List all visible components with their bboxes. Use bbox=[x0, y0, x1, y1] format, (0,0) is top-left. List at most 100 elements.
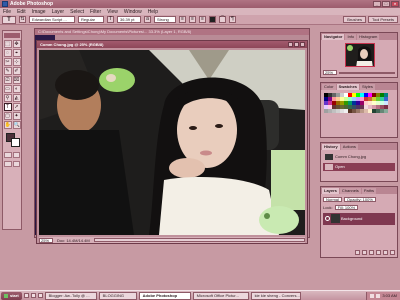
document-maximize-button[interactable] bbox=[294, 42, 299, 47]
task-conversation[interactable]: kie kie sheng - Convers... bbox=[250, 291, 301, 300]
swatch[interactable] bbox=[384, 109, 388, 113]
font-style-select[interactable]: Regular bbox=[78, 16, 104, 23]
opacity-field[interactable]: Opacity: 100% bbox=[343, 196, 376, 202]
crop-tool-icon[interactable]: ✂ bbox=[3, 58, 12, 66]
warp-text-icon[interactable]: ⌒ bbox=[219, 16, 226, 23]
maximize-button[interactable]: □ bbox=[382, 1, 390, 7]
character-palette-icon[interactable]: ¶ bbox=[229, 16, 236, 23]
font-size-select[interactable]: 36.39 pt bbox=[117, 16, 141, 23]
tool-preset-picker[interactable]: T bbox=[2, 15, 16, 24]
menu-file[interactable]: File bbox=[3, 9, 11, 15]
slice-tool-icon[interactable]: ⊹ bbox=[12, 58, 21, 66]
document-canvas[interactable] bbox=[39, 50, 305, 235]
standard-mode-icon[interactable] bbox=[4, 152, 12, 158]
blend-mode-select[interactable]: Normal bbox=[323, 196, 342, 202]
task-office-picture[interactable]: Microsoft Office Pictur... bbox=[192, 291, 249, 300]
history-state[interactable]: Open bbox=[323, 163, 395, 171]
navigator-zoom-slider[interactable] bbox=[339, 71, 395, 74]
tab-channels[interactable]: Channels bbox=[339, 188, 361, 194]
tab-navigator[interactable]: Navigator bbox=[322, 34, 345, 40]
align-center-icon[interactable]: ≡ bbox=[189, 16, 196, 23]
menu-layer[interactable]: Layer bbox=[52, 9, 65, 15]
type-tool-icon[interactable]: T bbox=[3, 103, 12, 111]
clone-stamp-tool-icon[interactable]: ⎚ bbox=[3, 76, 12, 84]
history-snapshot[interactable]: Comm Chong.jpg bbox=[323, 153, 395, 161]
system-tray: 3:03 AM bbox=[366, 291, 400, 300]
start-button[interactable]: start bbox=[1, 291, 22, 300]
fill-field[interactable]: Fill: 100% bbox=[334, 204, 359, 210]
notes-tool-icon[interactable]: ✦ bbox=[12, 112, 21, 120]
menu-view[interactable]: View bbox=[107, 9, 118, 15]
font-family-select[interactable]: Edwardian Script ... bbox=[29, 16, 75, 23]
minimize-button[interactable]: _ bbox=[373, 1, 381, 7]
move-tool-icon[interactable]: ✥ bbox=[12, 40, 21, 48]
toolbox-grip[interactable] bbox=[4, 33, 20, 38]
menu-edit[interactable]: Edit bbox=[17, 9, 26, 15]
navigator-thumbnail[interactable] bbox=[345, 43, 375, 67]
tool-presets-tab[interactable]: Tool Presets bbox=[367, 16, 398, 23]
healing-brush-tool-icon[interactable]: ✎ bbox=[3, 67, 12, 75]
tab-styles[interactable]: Styles bbox=[360, 84, 375, 90]
navigator-zoom-field[interactable]: 25% bbox=[323, 70, 337, 75]
text-color-swatch[interactable] bbox=[209, 16, 216, 23]
background-color-swatch[interactable] bbox=[11, 138, 20, 147]
zoom-tool-icon[interactable]: 🔍 bbox=[12, 121, 21, 129]
document-window[interactable]: Comm Chong.jpg @ 25% (RGB/8) 25% Doc: 14… bbox=[36, 40, 308, 244]
quick-launch-browser-icon[interactable] bbox=[23, 293, 29, 298]
shape-tool-icon[interactable]: ▢ bbox=[3, 112, 12, 120]
tab-actions[interactable]: Actions bbox=[340, 144, 358, 150]
gradient-tool-icon[interactable]: ◐ bbox=[12, 85, 21, 93]
tab-layers[interactable]: Layers bbox=[322, 188, 339, 194]
blur-tool-icon[interactable]: ⚲ bbox=[3, 94, 12, 102]
volume-icon[interactable] bbox=[370, 293, 375, 298]
network-icon[interactable] bbox=[376, 293, 381, 298]
menu-select[interactable]: Select bbox=[70, 9, 84, 15]
visibility-eye-icon[interactable] bbox=[325, 216, 330, 221]
task-blogger[interactable]: Blogger: Aw..Tolly @ ... bbox=[44, 291, 97, 300]
anti-alias-select[interactable]: Strong bbox=[154, 16, 176, 23]
menu-window[interactable]: Window bbox=[124, 9, 142, 15]
tab-histogram[interactable]: Histogram bbox=[357, 34, 380, 40]
hand-tool-icon[interactable]: ✋ bbox=[3, 121, 12, 129]
layer-style-icon[interactable] bbox=[362, 250, 367, 255]
align-left-icon[interactable]: ≡ bbox=[179, 16, 186, 23]
close-button[interactable]: × bbox=[391, 1, 399, 7]
path-selection-tool-icon[interactable]: ➚ bbox=[12, 103, 21, 111]
tab-swatches[interactable]: Swatches bbox=[336, 84, 360, 90]
tab-color[interactable]: Color bbox=[322, 84, 336, 90]
task-blogging[interactable]: BLOGGING bbox=[98, 291, 137, 300]
menu-filter[interactable]: Filter bbox=[90, 9, 101, 15]
tab-info[interactable]: Info bbox=[345, 34, 357, 40]
layer-mask-icon[interactable] bbox=[369, 250, 374, 255]
dodge-tool-icon[interactable]: ◭ bbox=[12, 94, 21, 102]
quick-launch-desktop-icon[interactable] bbox=[30, 293, 36, 298]
brush-tool-icon[interactable]: ✐ bbox=[12, 67, 21, 75]
magic-wand-tool-icon[interactable]: ⌖ bbox=[12, 49, 21, 57]
full-screen-icon[interactable] bbox=[12, 161, 20, 167]
horizontal-scrollbar[interactable] bbox=[93, 238, 305, 242]
tab-paths[interactable]: Paths bbox=[361, 188, 377, 194]
standard-screen-icon[interactable] bbox=[4, 161, 12, 167]
eraser-tool-icon[interactable]: ▭ bbox=[3, 85, 12, 93]
brushes-tab[interactable]: Brushes bbox=[343, 16, 366, 23]
new-fill-layer-icon[interactable] bbox=[376, 250, 381, 255]
document-zoom-field[interactable]: 25% bbox=[39, 237, 53, 243]
document-close-button[interactable] bbox=[300, 42, 305, 47]
link-layers-icon[interactable] bbox=[355, 250, 360, 255]
delete-layer-icon[interactable] bbox=[390, 250, 395, 255]
text-orientation-icon[interactable]: ⇅ bbox=[19, 16, 26, 23]
quick-launch-media-icon[interactable] bbox=[37, 293, 43, 298]
layer-row[interactable]: Background bbox=[323, 213, 395, 225]
marquee-tool-icon[interactable]: ⬚ bbox=[3, 40, 12, 48]
document-info[interactable]: Doc: 14.4M/14.4M bbox=[57, 238, 90, 243]
quick-mask-mode-icon[interactable] bbox=[12, 152, 20, 158]
task-photoshop[interactable]: Adobe Photoshop bbox=[138, 291, 191, 300]
tab-history[interactable]: History bbox=[322, 144, 340, 150]
history-brush-tool-icon[interactable]: ⌧ bbox=[12, 76, 21, 84]
lasso-tool-icon[interactable]: ◌ bbox=[3, 49, 12, 57]
new-layer-icon[interactable] bbox=[383, 250, 388, 255]
align-right-icon[interactable]: ≡ bbox=[199, 16, 206, 23]
menu-help[interactable]: Help bbox=[148, 9, 158, 15]
document-minimize-button[interactable] bbox=[288, 42, 293, 47]
menu-image[interactable]: Image bbox=[32, 9, 46, 15]
